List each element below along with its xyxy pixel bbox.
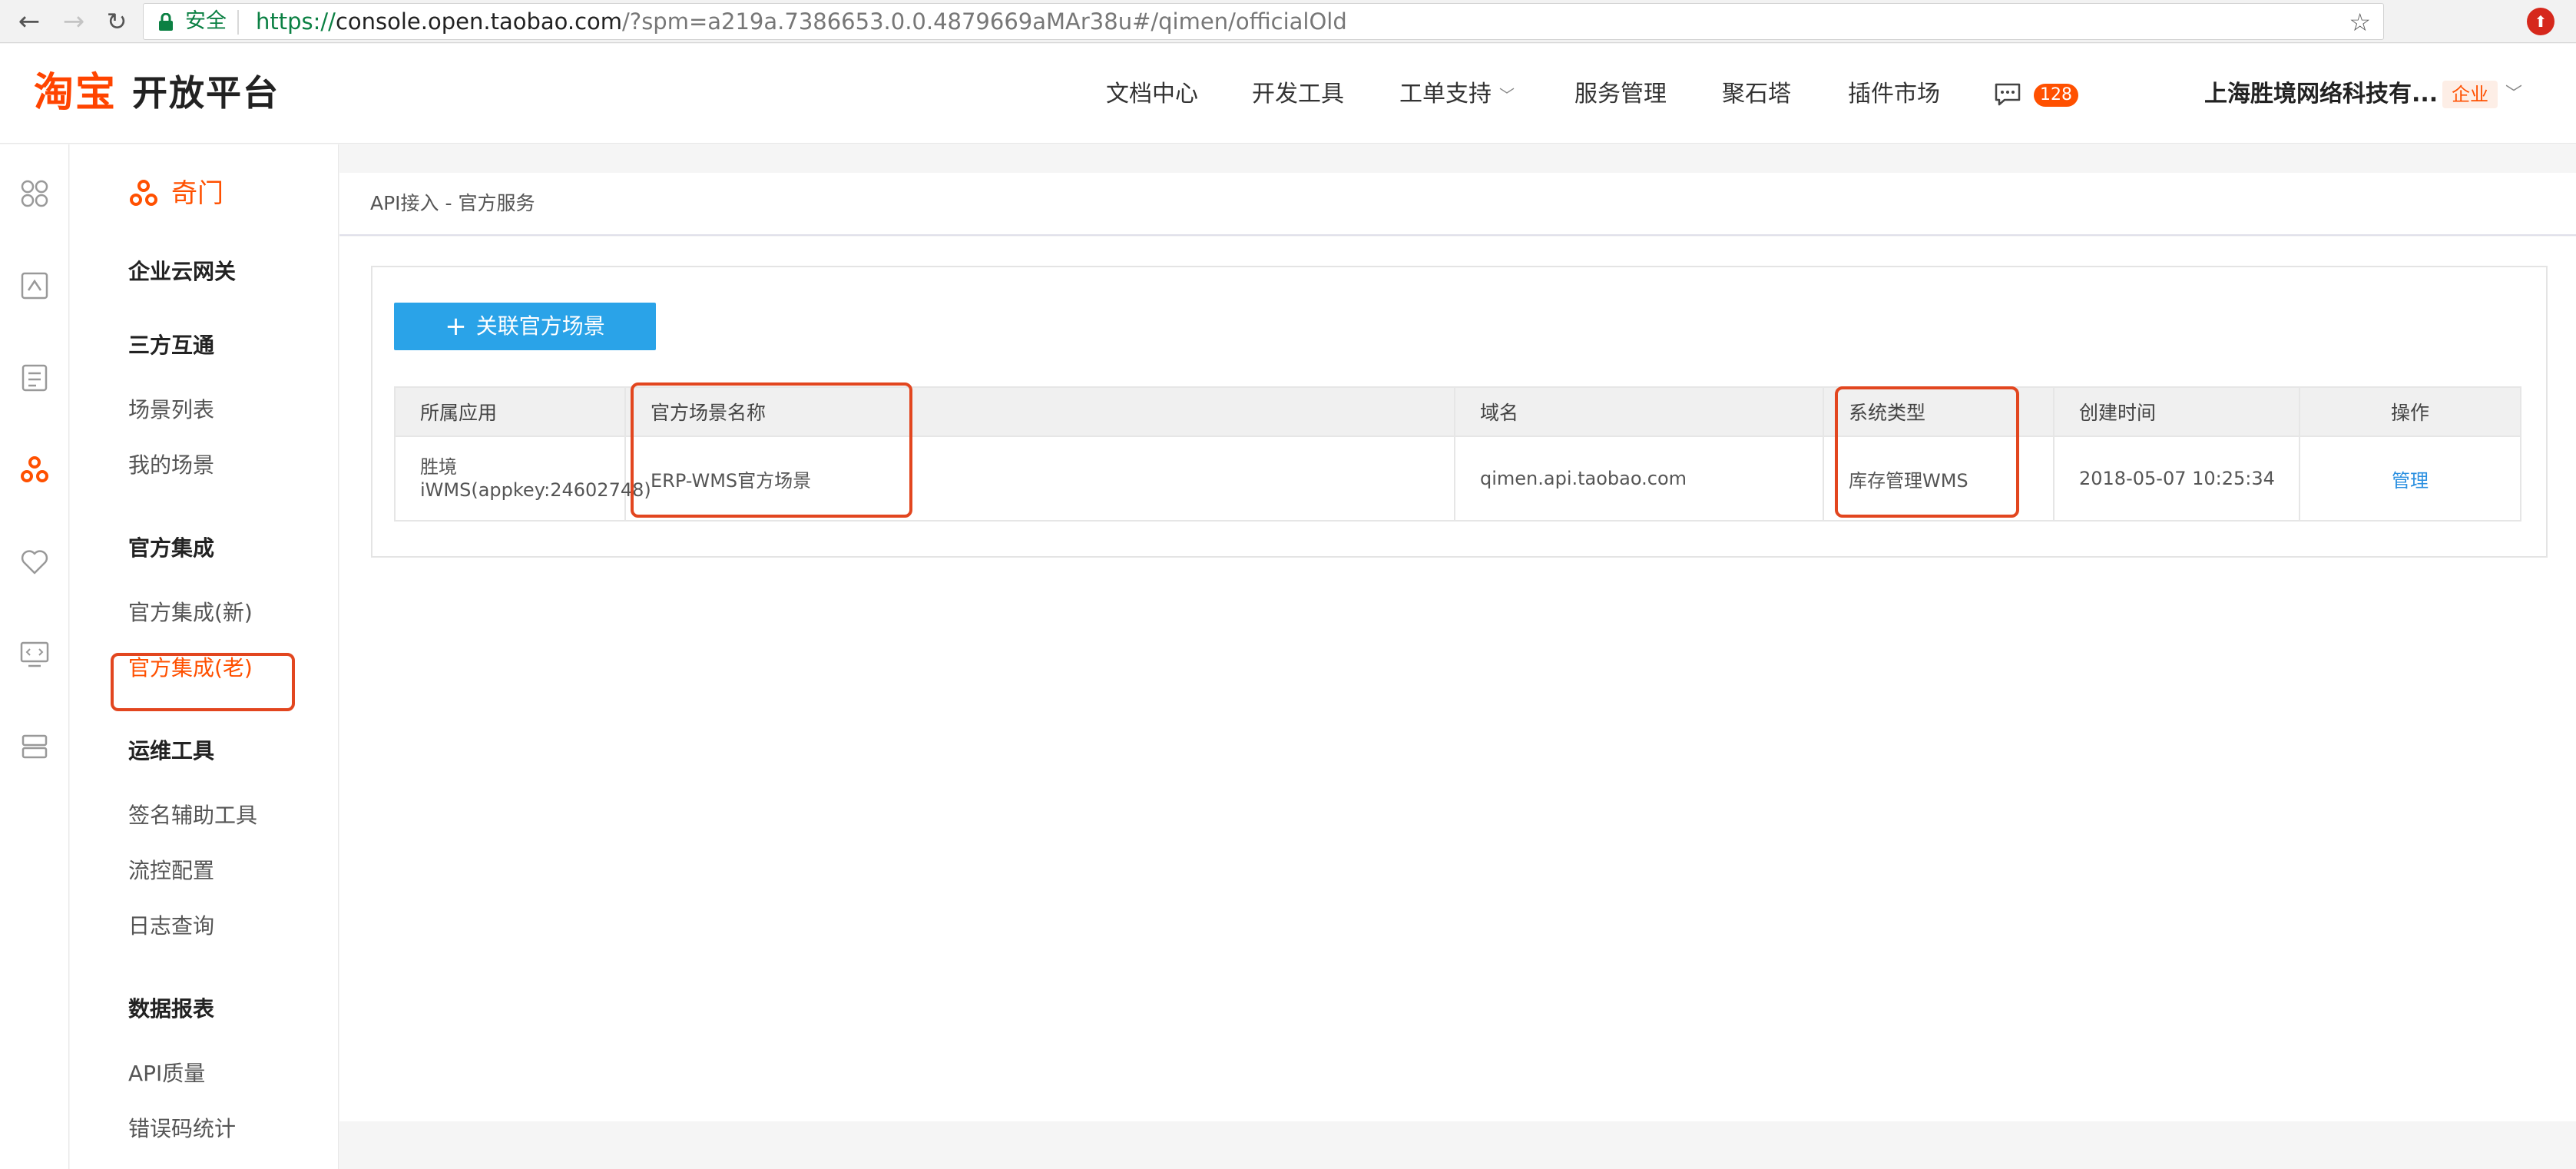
message-icon[interactable] bbox=[1994, 82, 2021, 107]
cell-domain: qimen.api.taobao.com bbox=[1455, 437, 1824, 520]
icon-rail bbox=[0, 144, 69, 1169]
company-name[interactable]: 上海胜境网络科技有... bbox=[2204, 79, 2438, 110]
sidebar-item-scene-list[interactable]: 场景列表 bbox=[128, 395, 214, 426]
breadcrumb-bar: API接入 - 官方服务 bbox=[339, 173, 2576, 236]
col-header-app: 所属应用 bbox=[396, 388, 626, 435]
sidebar-group-three-party: 三方互通 bbox=[128, 333, 215, 358]
nav-docs[interactable]: 文档中心 bbox=[1106, 79, 1198, 110]
qimen-icon[interactable] bbox=[19, 455, 50, 485]
manage-link[interactable]: 管理 bbox=[2392, 465, 2429, 492]
url-divider bbox=[237, 10, 239, 35]
url-path: /?spm=a219a.7386653.0.0.4879669aMAr38u#/… bbox=[622, 8, 1347, 35]
sidebar-item-official-new[interactable]: 官方集成(新) bbox=[128, 598, 253, 628]
cell-action: 管理 bbox=[2300, 437, 2520, 520]
nav-plugin-market[interactable]: 插件市场 bbox=[1848, 79, 1940, 110]
sidebar-item-log-query[interactable]: 日志查询 bbox=[128, 911, 214, 942]
sidebar-group-official: 官方集成 bbox=[128, 535, 215, 561]
lock-icon bbox=[159, 13, 173, 31]
add-official-scene-button[interactable]: + 关联官方场景 bbox=[394, 303, 656, 350]
heart-icon[interactable] bbox=[19, 547, 50, 578]
cell-created: 2018-05-07 10:25:34 bbox=[2055, 437, 2300, 520]
sidebar-item-sign-tool[interactable]: 签名辅助工具 bbox=[128, 800, 257, 831]
apps-grid-icon[interactable] bbox=[19, 178, 50, 209]
address-bar[interactable]: 安全 https://console.open.taobao.com/?spm=… bbox=[143, 3, 2384, 40]
chevron-down-icon[interactable]: ﹀ bbox=[2505, 81, 2522, 108]
sidebar-title: 奇门 bbox=[171, 178, 223, 209]
annotation-highlight-scene-name bbox=[631, 382, 912, 518]
chevron-down-icon: ﹀ bbox=[1499, 85, 1515, 104]
url-host: console.open.taobao.com bbox=[335, 8, 623, 35]
col-header-created: 创建时间 bbox=[2055, 388, 2300, 435]
sidebar-item-flow-control[interactable]: 流控配置 bbox=[128, 856, 214, 886]
sidebar-group-reports: 数据报表 bbox=[128, 996, 215, 1022]
sidebar-item-my-scene[interactable]: 我的场景 bbox=[128, 450, 214, 481]
page-footer-gap bbox=[339, 1121, 2576, 1169]
nav-service-mgmt[interactable]: 服务管理 bbox=[1574, 79, 1667, 110]
taobao-logo[interactable]: 淘宝 bbox=[34, 70, 117, 116]
nav-ticket-support-label: 工单支持 bbox=[1399, 81, 1492, 108]
extension-icon[interactable]: ⬆ bbox=[2527, 8, 2554, 35]
company-tag: 企业 bbox=[2442, 81, 2498, 108]
sidebar-group-ops-tools: 运维工具 bbox=[128, 738, 215, 763]
secure-label: 安全 bbox=[185, 9, 227, 33]
col-header-domain: 域名 bbox=[1455, 388, 1824, 435]
url-scheme: https:// bbox=[256, 8, 336, 35]
platform-title: 开放平台 bbox=[132, 72, 280, 114]
nav-ticket-support[interactable]: 工单支持 ﹀ bbox=[1399, 79, 1515, 111]
url-text[interactable]: https://console.open.taobao.com/?spm=a21… bbox=[256, 9, 1347, 34]
browser-toolbar: ← → ↻ 安全 https://console.open.taobao.com… bbox=[0, 0, 2576, 43]
bookmark-star-icon[interactable]: ☆ bbox=[2349, 10, 2371, 35]
nav-dev-tools[interactable]: 开发工具 bbox=[1252, 79, 1344, 110]
col-header-action: 操作 bbox=[2390, 402, 2429, 424]
back-icon[interactable]: ← bbox=[12, 5, 46, 38]
server-icon[interactable] bbox=[19, 731, 50, 762]
annotation-highlight-sidebar bbox=[111, 653, 295, 711]
code-monitor-icon[interactable] bbox=[19, 639, 50, 670]
reload-icon[interactable]: ↻ bbox=[100, 5, 134, 38]
forward-icon[interactable]: → bbox=[57, 5, 91, 38]
sidebar-item-api-quality[interactable]: API质量 bbox=[128, 1058, 205, 1089]
breadcrumb: API接入 - 官方服务 bbox=[370, 192, 535, 214]
sidebar-item-error-stats[interactable]: 错误码统计 bbox=[128, 1114, 236, 1144]
qimen-logo-icon bbox=[130, 180, 157, 206]
sidebar-group-cloud-gateway[interactable]: 企业云网关 bbox=[128, 257, 236, 287]
message-count-badge[interactable]: 128 bbox=[2034, 84, 2078, 107]
annotation-highlight-system-type bbox=[1835, 386, 2019, 518]
cell-app: 胜境iWMS(appkey:24602748) bbox=[396, 437, 651, 520]
plus-icon: + bbox=[445, 311, 467, 342]
nav-jushita[interactable]: 聚石塔 bbox=[1722, 79, 1791, 110]
document-icon[interactable] bbox=[19, 363, 50, 393]
store-icon[interactable] bbox=[19, 270, 50, 301]
add-button-label: 关联官方场景 bbox=[475, 313, 605, 339]
top-header: 淘宝 开放平台 文档中心 开发工具 工单支持 ﹀ 服务管理 聚石塔 插件市场 12… bbox=[0, 44, 2576, 144]
